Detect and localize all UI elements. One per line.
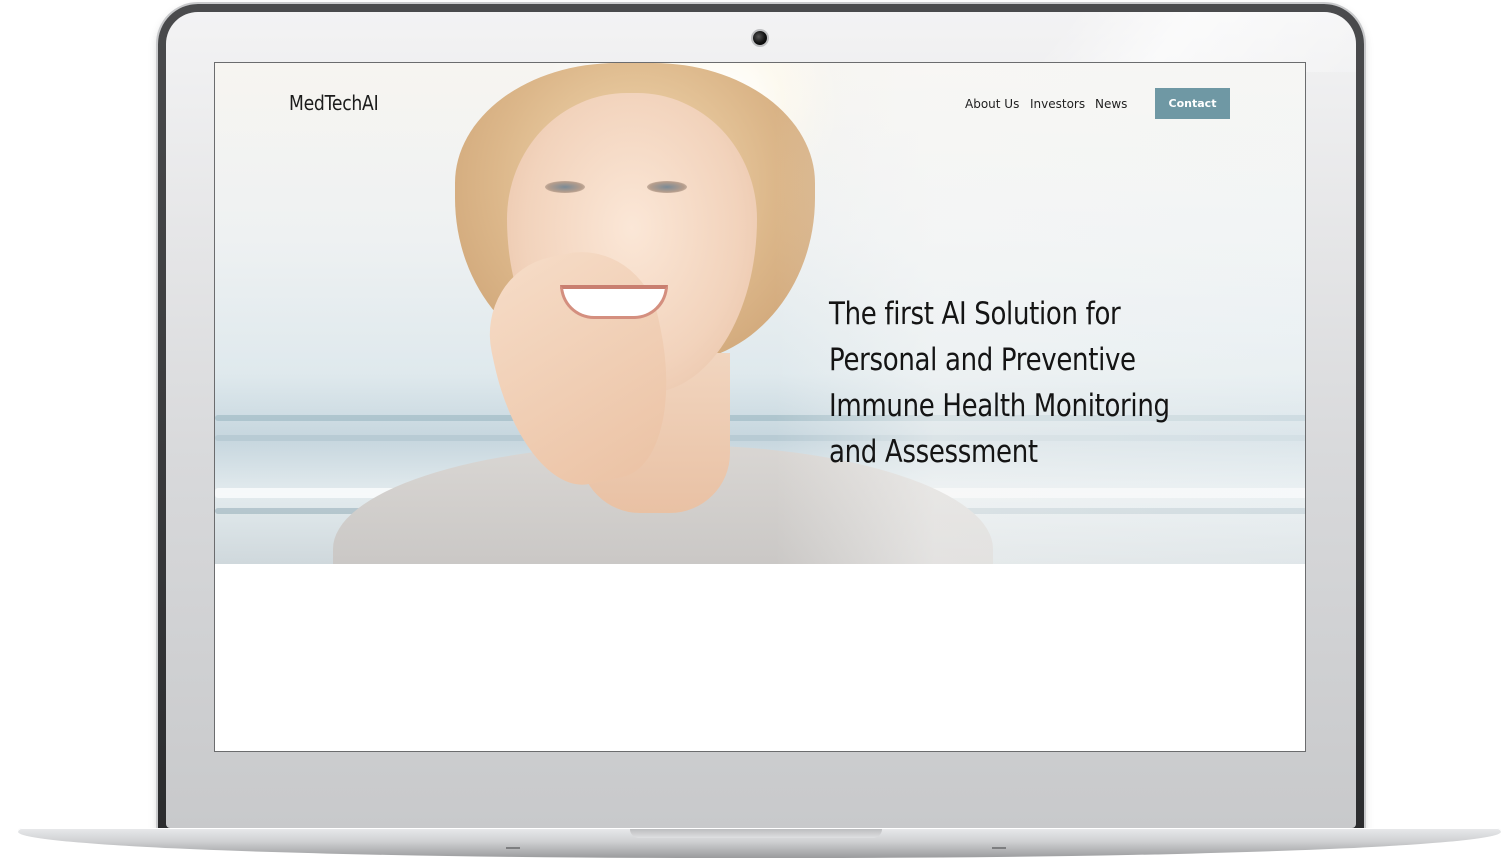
laptop-foot-right bbox=[992, 847, 1006, 849]
person-eye-left bbox=[545, 181, 585, 193]
laptop-screen: MedTechAI About Us Investors News Contac… bbox=[214, 62, 1306, 752]
content-area bbox=[215, 564, 1305, 751]
hero-section: MedTechAI About Us Investors News Contac… bbox=[215, 63, 1305, 564]
nav-link-news[interactable]: News bbox=[1095, 97, 1127, 111]
laptop-opening-notch bbox=[630, 829, 882, 838]
hero-headline-line: Immune Health Monitoring bbox=[829, 388, 1170, 424]
hero-headline: The first AI Solution for Personal and P… bbox=[829, 291, 1182, 475]
laptop-foot-left bbox=[506, 847, 520, 849]
nav-link-investors[interactable]: Investors bbox=[1030, 97, 1085, 111]
person-eye-right bbox=[647, 181, 687, 193]
hero-headline-line: Personal and Preventive bbox=[829, 342, 1136, 378]
site-logo[interactable]: MedTechAI bbox=[289, 91, 379, 115]
nav-link-about-us[interactable]: About Us bbox=[965, 97, 1019, 111]
hero-headline-line: The first AI Solution for bbox=[829, 296, 1121, 332]
webcam-icon bbox=[753, 31, 767, 45]
contact-button[interactable]: Contact bbox=[1155, 88, 1230, 119]
hero-headline-line: and Assessment bbox=[829, 434, 1038, 470]
person-smile bbox=[560, 285, 668, 319]
